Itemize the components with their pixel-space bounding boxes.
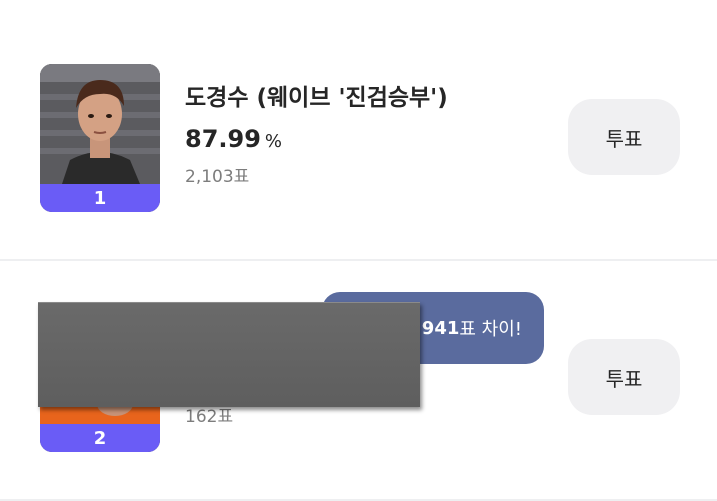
rank-badge: 2 [40,424,160,452]
candidate-name: 도경수 (웨이브 '진검승부') [185,85,448,111]
vote-gap-suffix: 표 차이! [459,319,522,340]
rank-badge: 1 [40,184,160,212]
vote-button[interactable]: 투표 [568,339,680,415]
candidate-thumbnail[interactable]: 1 [40,64,160,212]
vote-percentage: 87.99% [185,125,282,153]
redaction-overlay [38,302,420,407]
vote-gap-value: 941 [421,317,460,339]
candidate-photo [40,64,160,184]
vote-count: 2,103표 [185,167,250,187]
percentage-unit: % [264,131,283,152]
percentage-value: 87.99 [185,125,261,153]
ranking-item-1: 1 도경수 (웨이브 '진검승부') 87.99% 2,103표 투표 [0,0,717,259]
ranking-item-2: 941 표 차이! 2 162표 투표 [0,261,717,501]
vote-button[interactable]: 투표 [568,99,680,175]
